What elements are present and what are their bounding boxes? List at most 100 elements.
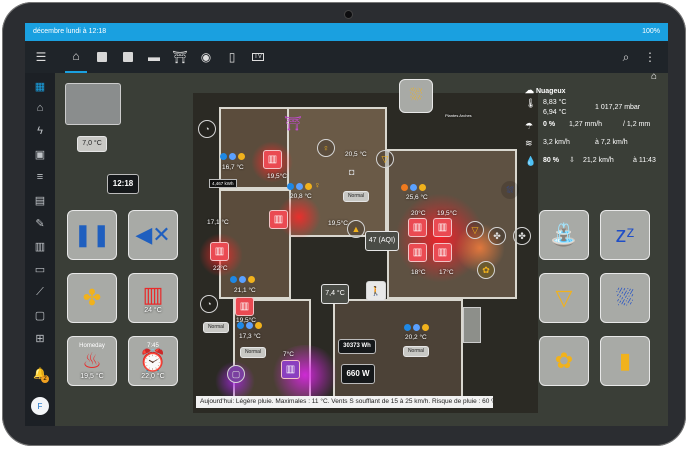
sidebar-energy-icon[interactable]: ϟ [25,123,55,139]
radiator-icon: ▥ [142,281,164,307]
sidebar-notes-icon[interactable]: ▢ [25,307,55,323]
sensor-dot-yellow [248,276,255,283]
notifications-icon[interactable]: 🔔 [25,365,55,381]
battery-level: 100% [642,28,660,35]
home-icon[interactable]: ⌂ [651,71,657,82]
sidebar-chart-icon[interactable]: ▥ [25,238,55,254]
floor-lamp-icon: ▽ [555,285,573,310]
radiator-hall-button[interactable]: ▥ [269,210,288,229]
radiator-kitchen-3-button[interactable]: ▥ [408,243,427,262]
homeday-button[interactable]: Homeday ♨ 19,5 °C [67,336,117,386]
sidebar-history-icon[interactable]: ▤ [25,192,55,208]
home-icon: ⌂ [72,49,80,63]
sidebar-store-icon[interactable]: ▭ [25,261,55,277]
room-temp-8: 25,6 °C [406,194,428,201]
tv-icon: TV [252,53,264,61]
room-temp-9: 20°C [411,210,426,217]
tab-tv[interactable]: TV [247,41,269,73]
sidebar-graph-icon[interactable]: ⟋ [25,284,55,300]
door-sensor-icon[interactable]: ◔ [198,120,216,138]
mute-button[interactable]: ◀✕ [128,210,178,260]
alarm-button[interactable]: 7:45 ⏰ 22,0 °C [128,336,178,386]
search-icon[interactable]: ⌕ [615,41,637,73]
room-temp-11: 18°C [411,269,426,276]
walk-button[interactable]: 🚶 [366,281,386,301]
sensor-dot-yellow [255,322,262,329]
sidebar-home-icon[interactable]: ⌂ [25,100,55,116]
more-vert-icon[interactable]: ⋮ [639,41,661,73]
sleep-icon: zᶻ [615,222,635,247]
fan-icon: ✤ [82,285,102,310]
sidebar-list-icon[interactable]: ≡ [25,169,55,185]
sensor-dot-yellow [305,183,312,190]
radiator-bedroom-2-button[interactable]: ▥ [235,297,254,316]
mode-chip-4[interactable]: Normal [403,346,429,357]
door-sensor-icon[interactable]: ◔ [200,295,218,313]
lamp-button[interactable]: ▽ [466,221,484,239]
sidebar-logbook-icon[interactable]: ▣ [25,146,55,162]
fan-toggle-button-2[interactable]: ✤ [513,227,531,245]
fridge-icon [463,307,481,343]
dew-point: 6,94 °C [543,109,567,116]
room-temp-10: 19,5°C [437,210,457,217]
speaker-icon: ◘ [349,167,355,177]
radiator-kitchen-4-button[interactable]: ▥ [433,243,452,262]
tab-sofa[interactable]: ▬ [143,41,165,73]
mode-chip-1[interactable]: Normal [203,322,229,333]
watering-button[interactable]: ⛆ [600,273,650,323]
tab-home[interactable]: ⌂ [65,41,87,73]
arrow-down-icon: ⇩ [569,157,575,164]
watering-can-button[interactable]: ⛆ [399,79,433,113]
sensor-dot-blue [220,153,227,160]
bulb-button[interactable]: ♀ [317,139,335,157]
menu-icon[interactable]: ☰ [30,41,52,73]
mode-chip-2[interactable]: Normal [343,191,369,202]
square-icon [97,52,107,62]
room-temp-6: 22°C [213,265,228,272]
tab-eye[interactable]: ◉ [195,41,217,73]
lamp-button[interactable]: ▽ [539,273,589,323]
user-avatar[interactable]: F [31,397,49,415]
tab-gate[interactable]: ⛩ [169,41,191,73]
radiator-living-button[interactable]: ▥ [263,150,282,169]
sidebar-tools-icon[interactable]: ✎ [25,215,55,231]
washing-machine-button[interactable]: ▢ [227,365,245,383]
status-bar: décembre lundi à 12:18 100% [25,23,668,41]
wind-gust: à 7,2 km/h [595,139,628,146]
radiator-button[interactable]: ▥ 24 °C [128,273,178,323]
sidebar-dashboard-icon[interactable]: ▦ [25,78,55,94]
tab-view-3[interactable] [117,41,139,73]
pressure: 1 017,27 mbar [595,104,641,111]
square-icon [123,52,133,62]
tab-view-2[interactable] [91,41,113,73]
humidity: 80 % [543,157,559,164]
fan-button[interactable]: ✤ [67,273,117,323]
lamp-button[interactable]: ▲ [347,220,365,238]
sensor-dot [239,276,246,283]
pause-button[interactable]: ❚❚ [67,210,117,260]
energy-chip: 30373 Wh [338,339,376,354]
sleep-button[interactable]: zᶻ [600,210,650,260]
plant-icon[interactable]: ✿ [477,261,495,279]
bottle-button[interactable]: ▮ [600,336,650,386]
radiator-bedroom-button[interactable]: ▥ [210,242,229,261]
flower-icon: ✿ [554,348,574,373]
fountain-button[interactable]: ⛲ [539,210,589,260]
room-temp-3: 20,8 °C [290,193,312,200]
sofa-icon: ▬ [148,50,160,64]
radiator-heat-icon: ♨ [82,347,102,373]
camera-thumbnail[interactable] [65,83,121,125]
mode-chip-3[interactable]: Normal [240,347,266,358]
radiator-bathroom-button[interactable]: ▥ [281,360,300,379]
fan-toggle-button[interactable]: ✤ [488,227,506,245]
flower-button[interactable]: ✿ [539,336,589,386]
tablet-frame: décembre lundi à 12:18 100% ☰ ⌂ ▬ ⛩ ◉ ▯ … [2,2,686,446]
radiator-kitchen-2-button[interactable]: ▥ [433,218,452,237]
radiator-kitchen-1-button[interactable]: ▥ [408,218,427,237]
room-temp-2: 19,5°C [267,173,287,180]
watering-can-icon[interactable]: ⛆ [501,181,519,199]
tab-tablet[interactable]: ▯ [221,41,243,73]
lamp-button[interactable]: ▽ [376,150,394,168]
weather-condition: ☁ Nuageux [525,85,566,95]
sidebar-network-icon[interactable]: ⊞ [25,330,55,346]
